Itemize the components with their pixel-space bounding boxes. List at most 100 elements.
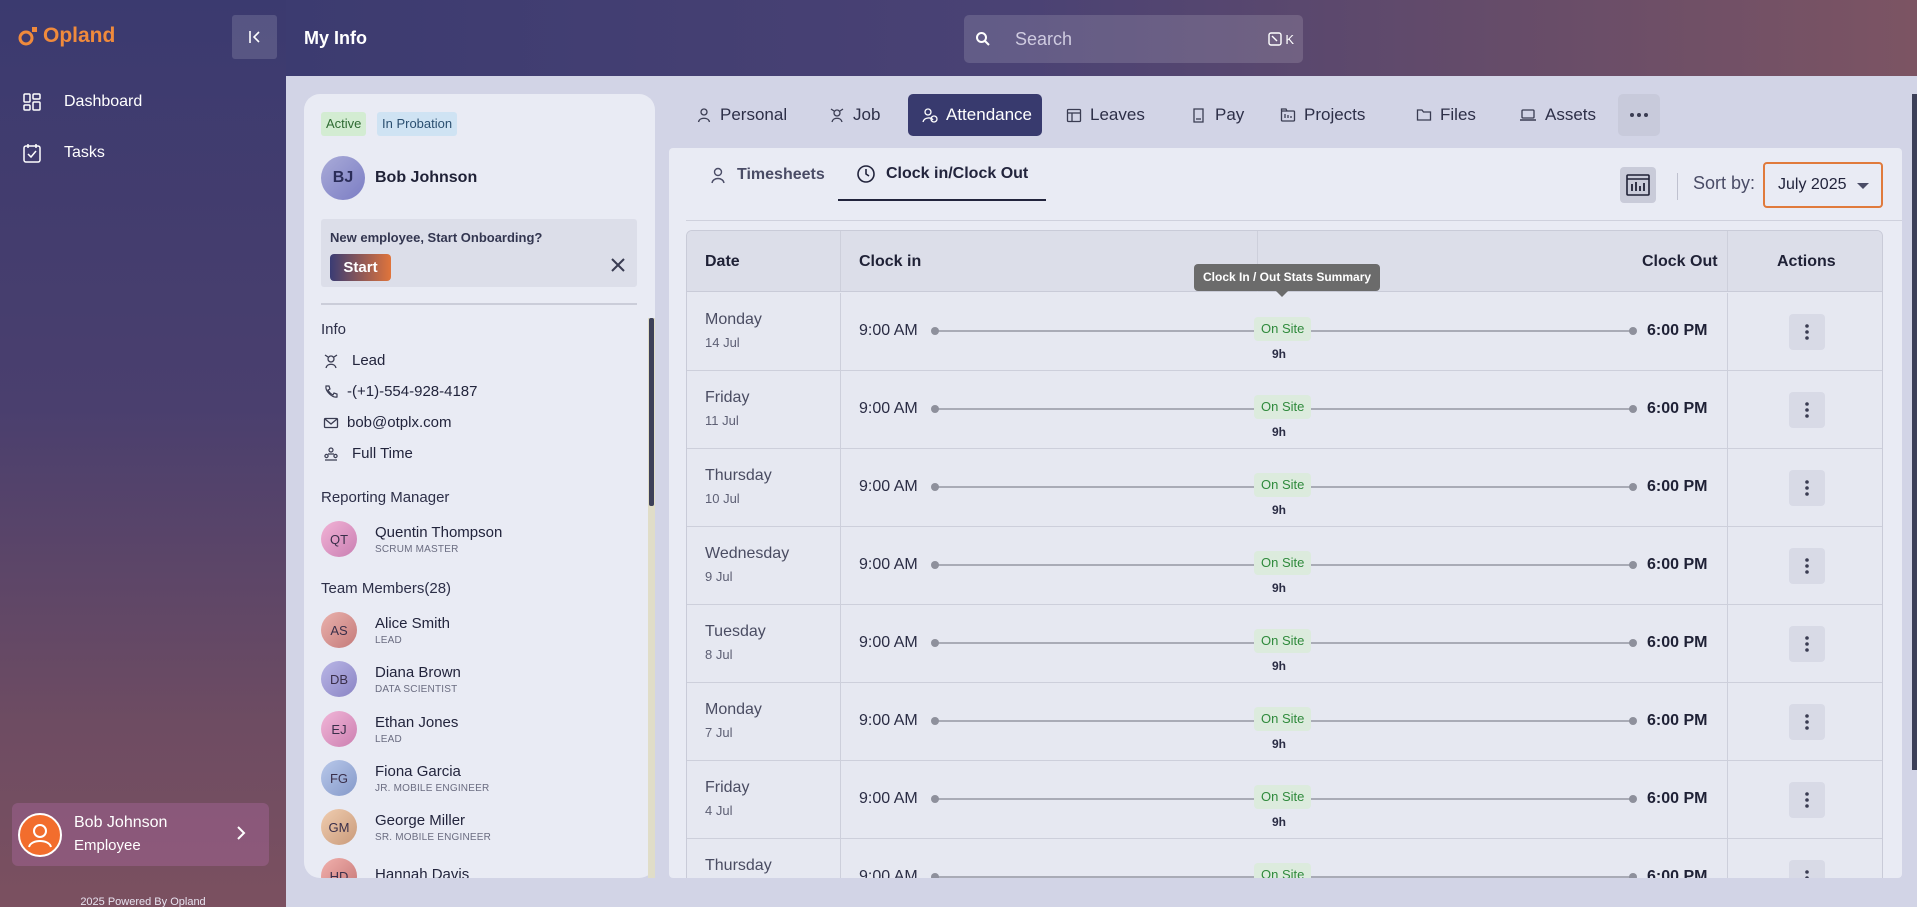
list-item[interactable]: DB Diana Brown DATA SCIENTIST: [321, 661, 461, 697]
sort-month-select[interactable]: July 2025: [1763, 162, 1883, 208]
row-day: Tuesday: [705, 623, 766, 640]
tab-personal[interactable]: Personal: [686, 94, 797, 136]
row-actions-button[interactable]: [1789, 314, 1825, 350]
timeline-end-dot: [1629, 639, 1637, 647]
subtab-clock-in-out[interactable]: Clock in/Clock Out: [838, 148, 1047, 201]
row-day: Monday: [705, 701, 762, 718]
folder-icon: [1416, 109, 1432, 121]
attendance-panel: Timesheets Clock in/Clock Out Sort by: J…: [669, 148, 1902, 878]
status-badge: On Site: [1254, 707, 1312, 731]
chevron-right-icon[interactable]: [235, 825, 247, 841]
member-name: Ethan Jones: [375, 713, 459, 731]
row-actions-button[interactable]: [1789, 704, 1825, 740]
sidebar-item-label: Tasks: [64, 144, 105, 161]
member-name: Hannah Davis: [375, 866, 470, 878]
info-value: Full Time: [352, 445, 413, 462]
table-row: Friday 4 Jul 9:00 AM On Site 9h 6:00 PM: [687, 761, 1882, 839]
app-logo[interactable]: Opland: [17, 24, 115, 48]
member-role: LEAD: [375, 733, 402, 745]
start-onboarding-button[interactable]: Start: [330, 254, 391, 281]
divider: [840, 231, 841, 291]
status-badge: On Site: [1254, 629, 1312, 653]
row-actions-button[interactable]: [1789, 392, 1825, 428]
timeline-end-dot: [1629, 717, 1637, 725]
tab-files[interactable]: Files: [1406, 94, 1486, 136]
row-actions-button[interactable]: [1789, 782, 1825, 818]
sidebar-item-tasks[interactable]: Tasks: [22, 143, 105, 163]
list-item[interactable]: AS Alice Smith LEAD: [321, 612, 450, 648]
divider: [840, 527, 841, 604]
avatar: [18, 812, 62, 857]
more-vertical-icon: [1805, 792, 1809, 808]
list-item[interactable]: GM George Miller SR. MOBILE ENGINEER: [321, 809, 491, 845]
timeline-start-dot: [931, 795, 939, 803]
timeline-start-dot: [931, 717, 939, 725]
sidebar-item-dashboard[interactable]: Dashboard: [22, 92, 142, 112]
tab-projects[interactable]: Projects: [1270, 94, 1375, 136]
profile-scrollbar-thumb[interactable]: [649, 318, 654, 506]
member-role: LEAD: [375, 634, 402, 646]
user-role: Employee: [74, 837, 141, 855]
status-badge: On Site: [1254, 785, 1312, 809]
status-badge: On Site: [1254, 395, 1312, 419]
clock-in-time: 9:00 AM: [859, 712, 918, 729]
row-date: 11 Jul: [705, 413, 739, 428]
onboarding-text: New employee, Start Onboarding?: [330, 230, 543, 245]
tab-attendance[interactable]: Attendance: [908, 94, 1042, 136]
list-item[interactable]: EJ Ethan Jones LEAD: [321, 711, 458, 747]
tab-label: Attendance: [946, 105, 1033, 124]
more-tabs-button[interactable]: [1618, 94, 1660, 136]
divider: [1727, 449, 1728, 526]
onboarding-banner: New employee, Start Onboarding? Start: [321, 219, 637, 287]
tab-label: Job: [853, 105, 881, 124]
footer-text: 2025 Powered By Opland: [80, 896, 206, 907]
divider: [1727, 605, 1728, 682]
row-actions-button[interactable]: [1789, 548, 1825, 584]
tab-label: Assets: [1545, 105, 1597, 124]
laptop-icon: [1520, 109, 1536, 121]
collapse-icon: [248, 31, 260, 43]
search-input[interactable]: Search K: [964, 15, 1303, 63]
timeline-start-dot: [931, 405, 939, 413]
status-badge: On Site: [1254, 863, 1312, 878]
work-hours: 9h: [1272, 425, 1287, 439]
divider: [1727, 683, 1728, 760]
user-icon: [711, 167, 725, 183]
info-employment-type: Full Time: [323, 445, 413, 462]
collapse-sidebar-button[interactable]: [232, 15, 277, 59]
stats-summary-tooltip: Clock In / Out Stats Summary: [1194, 264, 1381, 297]
avatar: DB: [321, 661, 357, 697]
sidebar-item-label: Dashboard: [64, 93, 143, 110]
pay-icon: [1193, 108, 1204, 123]
main-scrollbar[interactable]: [1912, 94, 1917, 770]
info-title: Info: [321, 321, 347, 338]
row-actions-button[interactable]: [1789, 860, 1825, 878]
phone-icon: [325, 384, 338, 398]
list-item[interactable]: HD Hannah Davis: [321, 858, 469, 878]
clock-out-time: 6:00 PM: [1647, 868, 1708, 878]
timeline-start-dot: [931, 561, 939, 569]
status-badge: On Site: [1254, 473, 1312, 497]
list-item[interactable]: FG Fiona Garcia JR. MOBILE ENGINEER: [321, 760, 489, 796]
clock-in-time: 9:00 AM: [859, 400, 918, 417]
info-email: bob@otplx.com: [323, 414, 451, 431]
column-header-actions: Actions: [1777, 253, 1836, 270]
tab-leaves[interactable]: Leaves: [1056, 94, 1155, 136]
table-row: Tuesday 8 Jul 9:00 AM On Site 9h 6:00 PM: [687, 605, 1882, 683]
table-row: Thursday 10 Jul 9:00 AM On Site 9h 6:00 PM: [687, 449, 1882, 527]
close-icon[interactable]: [610, 257, 626, 273]
subtab-label: Clock in/Clock Out: [886, 164, 1029, 182]
row-actions-button[interactable]: [1789, 626, 1825, 662]
tab-job[interactable]: Job: [819, 94, 890, 136]
user-profile-card[interactable]: Bob Johnson Employee: [12, 803, 269, 866]
timeline-end-dot: [1629, 405, 1637, 413]
subtab-timesheets[interactable]: Timesheets: [709, 148, 825, 201]
row-actions-button[interactable]: [1789, 470, 1825, 506]
more-vertical-icon: [1805, 714, 1809, 730]
sort-value: July 2025: [1778, 176, 1847, 193]
stats-summary-button[interactable]: [1620, 167, 1656, 203]
manager-item[interactable]: QT Quentin Thompson SCRUM MASTER: [321, 521, 502, 557]
tab-assets[interactable]: Assets: [1509, 94, 1606, 136]
tab-pay[interactable]: Pay: [1181, 94, 1254, 136]
timeline-end-dot: [1629, 873, 1637, 878]
